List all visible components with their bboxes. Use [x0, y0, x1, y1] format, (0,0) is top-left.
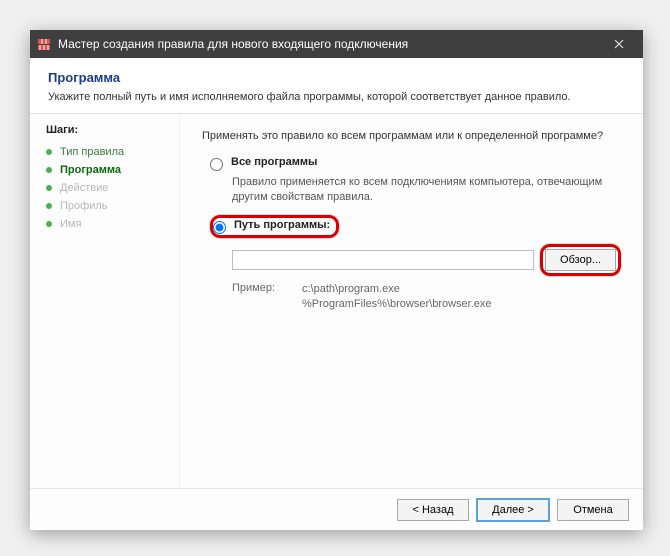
body: Шаги: Тип правила Программа Действие Про… — [30, 114, 643, 488]
bullet-icon — [46, 185, 52, 191]
example-paths: c:\path\program.exe %ProgramFiles%\brows… — [302, 282, 492, 312]
back-button[interactable]: < Назад — [397, 499, 469, 521]
sidebar-item-rule-type[interactable]: Тип правила — [46, 146, 169, 158]
browse-button[interactable]: Обзор... — [545, 249, 616, 271]
example-path-1: c:\path\program.exe — [302, 282, 492, 297]
question-text: Применять это правило ко всем программам… — [202, 130, 621, 142]
example-path-2: %ProgramFiles%\browser\browser.exe — [302, 297, 492, 312]
sidebar-item-label: Программа — [60, 164, 121, 176]
option-all-label: Все программы — [231, 156, 317, 168]
option-all-desc: Правило применяется ко всем подключениям… — [232, 175, 621, 205]
sidebar-item-profile[interactable]: Профиль — [46, 200, 169, 212]
header: Программа Укажите полный путь и имя испо… — [30, 58, 643, 114]
option-path-label: Путь программы: — [234, 219, 330, 231]
radio-program-path[interactable] — [213, 221, 226, 234]
sidebar-item-label: Тип правила — [60, 146, 124, 158]
sidebar: Шаги: Тип правила Программа Действие Про… — [30, 114, 180, 488]
example-label: Пример: — [232, 282, 302, 312]
bullet-icon — [46, 149, 52, 155]
path-row: Обзор... — [232, 244, 621, 276]
page-title: Программа — [48, 70, 625, 85]
sidebar-item-label: Действие — [60, 182, 108, 194]
wizard-window: Мастер создания правила для нового входя… — [30, 30, 643, 530]
content-pane: Применять это правило ко всем программам… — [180, 114, 643, 488]
sidebar-item-label: Профиль — [60, 200, 108, 212]
bullet-icon — [46, 203, 52, 209]
sidebar-item-program[interactable]: Программа — [46, 164, 169, 176]
option-group: Все программы Правило применяется ко все… — [210, 156, 621, 311]
option-path-highlight: Путь программы: — [210, 215, 339, 238]
browse-highlight: Обзор... — [540, 244, 621, 276]
next-button[interactable]: Далее > — [477, 499, 549, 521]
cancel-button[interactable]: Отмена — [557, 499, 629, 521]
sidebar-item-name[interactable]: Имя — [46, 218, 169, 230]
radio-all-programs[interactable] — [210, 158, 223, 171]
sidebar-item-label: Имя — [60, 218, 81, 230]
close-icon — [614, 39, 624, 49]
footer: < Назад Далее > Отмена — [30, 488, 643, 530]
bullet-icon — [46, 167, 52, 173]
window-title: Мастер создания правила для нового входя… — [58, 37, 601, 51]
option-program-path[interactable]: Путь программы: — [213, 219, 330, 234]
sidebar-item-action[interactable]: Действие — [46, 182, 169, 194]
bullet-icon — [46, 221, 52, 227]
titlebar: Мастер создания правила для нового входя… — [30, 30, 643, 58]
firewall-icon — [36, 36, 52, 52]
steps-heading: Шаги: — [46, 124, 169, 136]
close-button[interactable] — [601, 30, 637, 58]
example-block: Пример: c:\path\program.exe %ProgramFile… — [232, 282, 621, 312]
page-subtitle: Укажите полный путь и имя исполняемого ф… — [48, 91, 625, 103]
option-all-programs[interactable]: Все программы — [210, 156, 621, 171]
program-path-input[interactable] — [232, 250, 534, 270]
